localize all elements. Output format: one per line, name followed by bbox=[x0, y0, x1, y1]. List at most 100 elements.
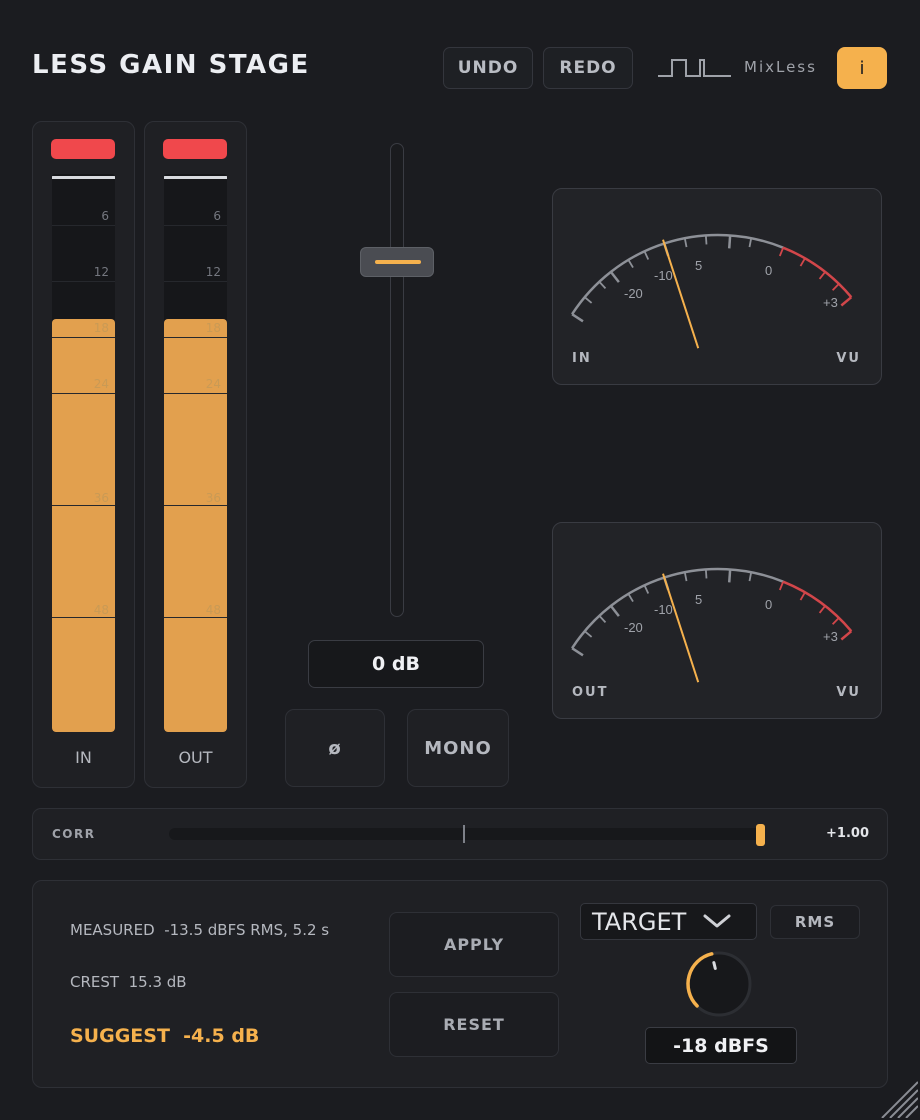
meter-tick-label: 36 bbox=[93, 491, 109, 505]
vu-scale-tick bbox=[683, 572, 688, 582]
vu-scale-tick bbox=[643, 584, 650, 594]
crest-line: CREST 15.3 dB bbox=[70, 973, 187, 991]
vu-red-zone-arc bbox=[782, 580, 853, 632]
undo-button[interactable]: UNDO bbox=[443, 47, 533, 89]
meter-tick-label: 36 bbox=[205, 491, 221, 505]
apply-button[interactable]: APPLY bbox=[389, 912, 559, 977]
mono-button[interactable]: MONO bbox=[407, 709, 509, 787]
vu-scale-tick bbox=[799, 257, 806, 267]
suggest-value: -4.5 dB bbox=[183, 1025, 260, 1047]
crest-label: CREST bbox=[70, 973, 120, 991]
brand-name: MixLess bbox=[744, 58, 817, 76]
measured-line: MEASURED -13.5 dBFS RMS, 5.2 s bbox=[70, 921, 329, 939]
vu-scale-label: 0 bbox=[765, 597, 772, 612]
vu-scale-label: -10 bbox=[654, 268, 673, 283]
correlation-label: CORR bbox=[52, 827, 96, 841]
meter-tick-label: 48 bbox=[205, 603, 221, 617]
correlation-value: +1.00 bbox=[826, 826, 869, 841]
output-vu-meter: -20 -10 5 0 +3 OUT VU bbox=[552, 522, 882, 719]
input-vu-meter: -20 -10 5 0 +3 IN VU bbox=[552, 188, 882, 385]
meter-tick-label: 48 bbox=[93, 603, 109, 617]
vu-scale-label: 5 bbox=[695, 258, 702, 273]
meter-tick-label: 24 bbox=[93, 377, 109, 391]
vu-in-label: IN bbox=[572, 351, 592, 366]
input-clip-indicator[interactable] bbox=[51, 139, 115, 159]
redo-button[interactable]: REDO bbox=[543, 47, 633, 89]
vu-scale-tick bbox=[727, 569, 732, 583]
output-peak-hold bbox=[164, 176, 227, 179]
correlation-meter: CORR +1.00 bbox=[32, 808, 888, 860]
measured-value: -13.5 dBFS RMS, 5.2 s bbox=[164, 921, 330, 939]
vu-scale-tick bbox=[627, 259, 634, 269]
input-meter: 6 12 18 24 36 48 IN bbox=[32, 121, 135, 788]
vu-scale-tick bbox=[704, 235, 708, 245]
vu-scale-label: +3 bbox=[823, 295, 838, 310]
vu-scale-label: 5 bbox=[695, 592, 702, 607]
correlation-track bbox=[169, 824, 765, 846]
vu-scale-tick bbox=[727, 235, 732, 249]
gain-fader-track[interactable] bbox=[390, 143, 404, 617]
vu-scale-tick bbox=[840, 630, 853, 641]
vu-scale-arc bbox=[571, 233, 784, 315]
output-clip-indicator[interactable] bbox=[163, 139, 227, 159]
meter-tick-label: 6 bbox=[101, 209, 109, 223]
vu-scale-tick bbox=[778, 581, 785, 591]
vu-scale-tick bbox=[831, 283, 840, 291]
input-meter-track: 6 12 18 24 36 48 bbox=[52, 174, 115, 732]
meter-tick-label: 12 bbox=[93, 265, 109, 279]
meter-tick-label: 24 bbox=[205, 377, 221, 391]
output-meter-track: 6 12 18 24 36 48 bbox=[164, 174, 227, 732]
meter-tick-label: 12 bbox=[205, 265, 221, 279]
target-value-field[interactable]: -18 dBFS bbox=[645, 1027, 797, 1064]
input-meter-label: IN bbox=[75, 748, 92, 767]
crest-value: 15.3 dB bbox=[128, 973, 187, 991]
vu-scale-label: -20 bbox=[624, 286, 643, 301]
knob-pointer bbox=[712, 961, 717, 970]
vu-scale-tick bbox=[799, 591, 806, 601]
vu-scale-tick bbox=[598, 281, 607, 289]
vu-scale-label: -20 bbox=[624, 620, 643, 635]
vu-out-label: OUT bbox=[572, 685, 609, 700]
correlation-indicator bbox=[756, 824, 765, 846]
vu-unit-label: VU bbox=[836, 685, 861, 700]
vu-needle bbox=[662, 573, 700, 683]
measured-label: MEASURED bbox=[70, 921, 155, 939]
target-knob[interactable] bbox=[679, 944, 759, 1024]
analysis-panel: MEASURED -13.5 dBFS RMS, 5.2 s CREST 15.… bbox=[32, 880, 888, 1088]
meter-tick-label: 18 bbox=[205, 321, 221, 335]
vu-scale-tick bbox=[571, 313, 584, 323]
input-peak-hold bbox=[52, 176, 115, 179]
info-button[interactable]: i bbox=[837, 47, 887, 89]
phase-invert-button[interactable]: ø bbox=[285, 709, 385, 787]
resize-handle-icon[interactable] bbox=[880, 1078, 918, 1118]
chevron-down-icon bbox=[703, 914, 731, 928]
meter-tick-label: 6 bbox=[213, 209, 221, 223]
vu-scale-label: 0 bbox=[765, 263, 772, 278]
output-meter: 6 12 18 24 36 48 OUT bbox=[144, 121, 247, 788]
rms-mode-button[interactable]: RMS bbox=[770, 905, 860, 939]
vu-scale-tick bbox=[584, 296, 593, 304]
vu-scale-tick bbox=[778, 247, 785, 257]
vu-scale-tick bbox=[683, 238, 688, 248]
vu-scale-tick bbox=[704, 569, 708, 579]
gain-fader-handle[interactable] bbox=[360, 246, 434, 277]
vu-scale-tick bbox=[831, 617, 840, 625]
meter-tick-label: 18 bbox=[93, 321, 109, 335]
vu-scale-tick bbox=[818, 271, 826, 280]
vu-scale-tick bbox=[748, 572, 753, 582]
vu-needle bbox=[662, 239, 700, 349]
target-dropdown[interactable]: TARGET bbox=[580, 903, 757, 940]
suggest-label: SUGGEST bbox=[70, 1025, 170, 1047]
vu-scale-tick bbox=[627, 593, 634, 603]
target-dropdown-label: TARGET bbox=[592, 907, 687, 936]
vu-red-zone-arc bbox=[782, 246, 853, 298]
vu-scale-tick bbox=[598, 615, 607, 623]
vu-scale-tick bbox=[748, 238, 753, 248]
reset-button[interactable]: RESET bbox=[389, 992, 559, 1057]
gain-value-field[interactable]: 0 dB bbox=[308, 640, 484, 688]
output-meter-label: OUT bbox=[178, 748, 213, 767]
brand-logo-icon bbox=[658, 59, 731, 77]
vu-scale-label: -10 bbox=[654, 602, 673, 617]
suggest-line: SUGGEST -4.5 dB bbox=[70, 1025, 259, 1047]
vu-scale-tick bbox=[840, 296, 853, 307]
